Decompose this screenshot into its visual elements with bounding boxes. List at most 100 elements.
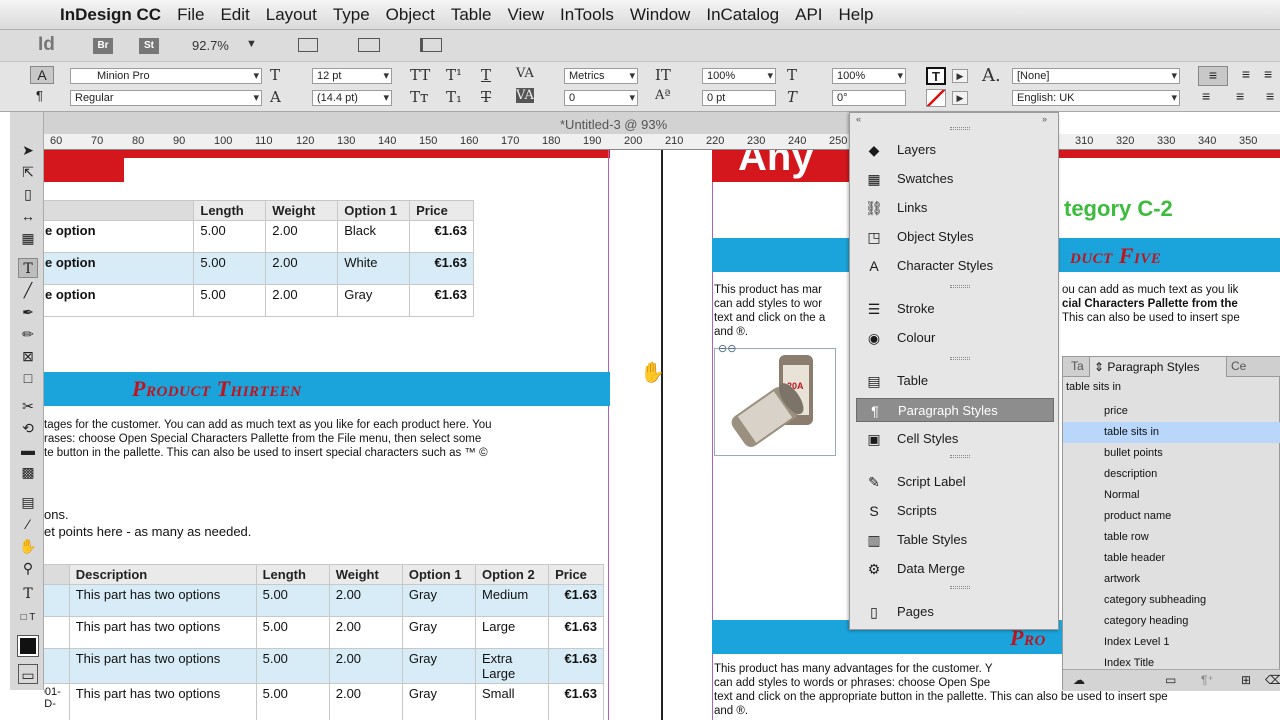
align-left-icon[interactable]: ≡ [1198, 66, 1228, 86]
menu-layout[interactable]: Layout [258, 5, 325, 25]
bullet-item[interactable]: ons. [44, 508, 69, 522]
gap-tool-icon[interactable]: ↔ [18, 206, 38, 226]
cloud-icon[interactable]: ☁ [1073, 673, 1085, 687]
panel-item-object-styles[interactable]: ◳ Object Styles [856, 225, 1054, 249]
bridge-button[interactable]: Br [93, 38, 113, 54]
menu-window[interactable]: Window [622, 5, 698, 25]
paragraph-style-item[interactable]: category heading [1063, 611, 1280, 632]
character-mode-icon[interactable]: A [30, 66, 54, 84]
apply-colour-icon[interactable] [17, 635, 39, 657]
bullet-item[interactable]: et points here - as many as needed. [44, 525, 251, 539]
table-row[interactable]: e option 5.00 2.00 White €1.63 [44, 252, 474, 285]
font-style-field[interactable]: Regular [70, 90, 262, 106]
content-collector-icon[interactable]: ▦ [18, 228, 38, 248]
leading-field[interactable]: (14.4 pt) [312, 90, 392, 106]
subscript-icon[interactable]: T₁ [446, 88, 462, 106]
body-line[interactable]: This product has mar [714, 283, 848, 297]
menu-object[interactable]: Object [378, 5, 443, 25]
panel-group-grip[interactable] [950, 285, 970, 288]
fuse-product-image[interactable]: 20A [714, 348, 836, 456]
panel-item-script-label[interactable]: ✎ Script Label [856, 470, 1054, 494]
kerning-field[interactable]: Metrics [564, 68, 638, 84]
document-title[interactable]: *Untitled-3 @ 93% [560, 117, 667, 132]
menu-edit[interactable]: Edit [212, 5, 257, 25]
horizontal-scale-field[interactable]: 100% [832, 68, 906, 84]
eyedropper-tool-icon[interactable]: ⁄ [18, 514, 38, 534]
body-line[interactable]: can add styles to wor [714, 297, 848, 311]
underline-icon[interactable]: T [481, 66, 491, 84]
small-caps-icon[interactable]: Tт [410, 88, 428, 106]
horizontal-ruler[interactable]: 60 70 80 90 100 110 120 130 140 150 160 170 180 190 20… [44, 134, 1280, 150]
table-row[interactable]: This part has two options 5.00 2.00 Gray Med… [44, 584, 604, 617]
type-tool-icon[interactable]: T [18, 258, 38, 278]
table-row[interactable]: e option 5.00 2.00 Black €1.63 [44, 220, 474, 253]
panel-group-grip[interactable] [950, 586, 970, 589]
panel-item-data-merge[interactable]: ⚙ Data Merge [856, 557, 1054, 581]
body-line[interactable]: tages for the customer. You can add as m… [44, 418, 606, 432]
menu-app[interactable]: InDesign CC [52, 5, 169, 25]
scissors-tool-icon[interactable]: ✂ [18, 396, 38, 416]
menu-table[interactable]: Table [443, 5, 500, 25]
zoom-dropdown-icon[interactable]: ▼ [246, 38, 257, 50]
paragraph-style-item[interactable]: price [1063, 401, 1280, 422]
panel-item-table[interactable]: ▤ Table [856, 369, 1054, 393]
paragraph-style-item[interactable]: artwork [1063, 569, 1280, 590]
page-tool-icon[interactable]: ▯ [18, 184, 38, 204]
delete-style-icon[interactable]: ⌫ [1265, 673, 1280, 687]
menu-intools[interactable]: InTools [552, 5, 622, 25]
body-line[interactable]: te button in the pallette. This can also… [44, 446, 606, 460]
product-title[interactable]: Product Thirteen [132, 376, 302, 402]
selection-tool-icon[interactable]: ➤ [18, 140, 38, 160]
left-page[interactable]: rt Length Weight Option 1 Price e option… [44, 150, 610, 720]
body-line[interactable]: This can also be used to insert spe [1062, 311, 1280, 325]
panel-item-cell-styles[interactable]: ▣ Cell Styles [856, 427, 1054, 451]
body-line[interactable]: cial Characters Pallette from the [1062, 297, 1280, 311]
font-family-field[interactable]: Minion Pro [70, 68, 262, 84]
tab-paragraph-styles[interactable]: ⇕ Paragraph Styles [1089, 357, 1227, 377]
pen-tool-icon[interactable]: ✒ [18, 302, 38, 322]
rectangle-tool-icon[interactable]: □ [18, 368, 38, 388]
panel-item-scripts[interactable]: S Scripts [856, 499, 1054, 523]
panel-item-character-styles[interactable]: A Character Styles [856, 254, 1054, 278]
free-transform-tool-icon[interactable]: ⟲ [18, 418, 38, 438]
expand-panel-icon[interactable]: » [1042, 114, 1047, 124]
menu-help[interactable]: Help [831, 5, 882, 25]
product-table-2[interactable]: Description Length Weight Option 1 Optio… [44, 564, 604, 720]
panel-group-grip[interactable] [950, 357, 970, 360]
align-right-icon[interactable]: ≡ [1264, 66, 1280, 86]
paragraph-mode-icon[interactable]: ¶ [36, 88, 43, 103]
zoom-level[interactable]: 92.7% [192, 38, 229, 53]
clear-overrides-icon[interactable]: ¶⁺ [1201, 673, 1214, 687]
gradient-swatch-tool-icon[interactable]: ▬ [18, 440, 38, 460]
arrange-documents-icon[interactable] [420, 38, 442, 52]
body-line[interactable]: and ®. [714, 325, 848, 339]
category-heading[interactable]: tegory C-2 [1064, 196, 1173, 222]
gradient-feather-tool-icon[interactable]: ▩ [18, 462, 38, 482]
hand-tool-icon[interactable]: ✋ [18, 536, 38, 556]
new-group-icon[interactable]: ▭ [1165, 673, 1176, 687]
strikethrough-icon[interactable]: T [481, 88, 491, 106]
justify-all-icon[interactable]: ≡ [1266, 88, 1274, 104]
tracking-field[interactable]: 0 [564, 90, 638, 106]
table-row[interactable]: e option 5.00 2.00 Gray €1.63 [44, 284, 474, 317]
zoom-tool-icon[interactable]: ⚲ [18, 558, 38, 578]
panel-item-swatches[interactable]: ▦ Swatches [856, 167, 1054, 191]
character-style-field[interactable]: [None] [1012, 68, 1180, 84]
menu-file[interactable]: File [169, 5, 212, 25]
paragraph-style-item[interactable]: bullet points [1063, 443, 1280, 464]
paragraph-style-item[interactable]: table sits in [1063, 422, 1280, 443]
screen-mode-icon[interactable] [358, 38, 380, 52]
line-tool-icon[interactable]: ╱ [18, 280, 38, 300]
tab-tables[interactable]: Ta [1071, 359, 1084, 373]
text-stroke-icon[interactable] [926, 89, 946, 107]
table-row[interactable]: This part has two options 5.00 2.00 Gray Lar… [44, 616, 604, 649]
panel-item-layers[interactable]: ◆ Layers [856, 138, 1054, 162]
body-line[interactable]: text and click on the a [714, 311, 848, 325]
language-field[interactable]: English: UK [1012, 90, 1180, 106]
menu-incatalog[interactable]: InCatalog [698, 5, 787, 25]
paragraph-style-item[interactable]: category subheading [1063, 590, 1280, 611]
all-caps-icon[interactable]: TT [410, 66, 430, 84]
panel-item-stroke[interactable]: ☰ Stroke [856, 297, 1054, 321]
menu-api[interactable]: API [787, 5, 830, 25]
paragraph-style-item[interactable]: product name [1063, 506, 1280, 527]
